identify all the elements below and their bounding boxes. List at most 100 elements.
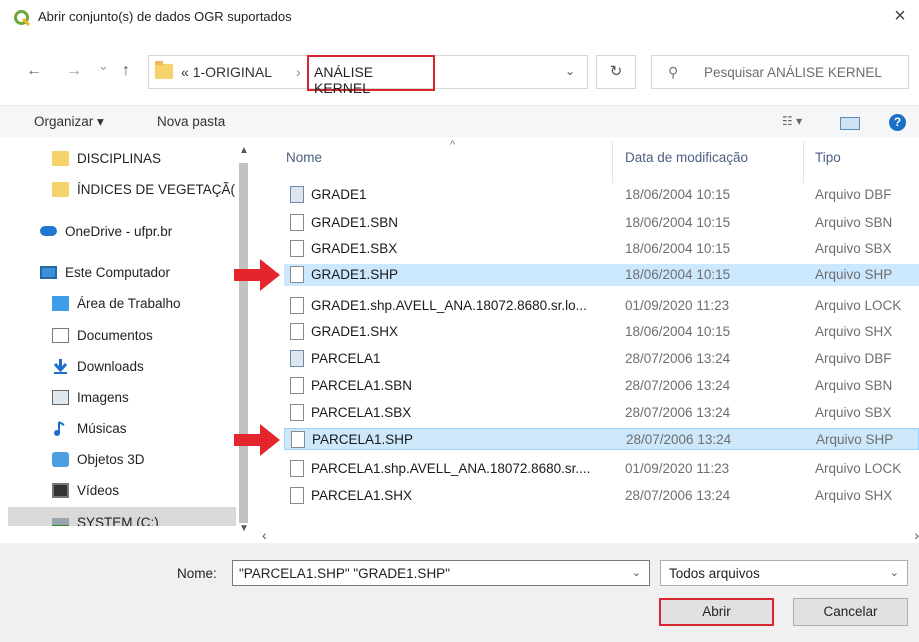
- file-row[interactable]: GRADE1 18/06/2004 10:15 Arquivo DBF: [284, 184, 919, 206]
- scroll-left-icon[interactable]: ‹: [262, 527, 267, 543]
- file-name: PARCELA1.SHX: [311, 488, 413, 503]
- column-header-date[interactable]: Data de modificação: [625, 150, 748, 165]
- scroll-down-icon[interactable]: ▼: [239, 523, 249, 534]
- overflow-chevron-icon[interactable]: «: [181, 64, 189, 80]
- chevron-down-icon[interactable]: ⌄: [632, 566, 641, 579]
- file-row[interactable]: PARCELA1.SBN 28/07/2006 13:24 Arquivo SB…: [284, 375, 919, 397]
- close-button[interactable]: ×: [887, 4, 913, 28]
- address-dropdown-chevron-icon[interactable]: ⌄: [565, 64, 575, 78]
- view-options-button[interactable]: ☷ ▾: [782, 114, 802, 128]
- file-type-filter-value: Todos arquivos: [669, 566, 760, 581]
- file-name-label: Nome:: [177, 566, 217, 581]
- scrollbar-thumb[interactable]: [239, 163, 248, 523]
- search-box[interactable]: ⚲ Pesquisar ANÁLISE KERNEL: [651, 55, 909, 89]
- breadcrumb-parent[interactable]: « 1-ORIGINAL: [181, 64, 272, 80]
- forward-arrow-icon[interactable]: →: [66, 62, 82, 80]
- file-row[interactable]: PARCELA1.SBX 28/07/2006 13:24 Arquivo SB…: [284, 402, 919, 424]
- navigation-bar: ← → ⌄ ↑ « 1-ORIGINAL › ANÁLISE KERNEL ⌄ …: [0, 52, 919, 96]
- sidebar-item-indices-vegetacao[interactable]: ÍNDICES DE VEGETAÇÃ(: [52, 174, 236, 204]
- back-arrow-icon[interactable]: ←: [26, 62, 42, 80]
- new-folder-button[interactable]: Nova pasta: [157, 114, 225, 129]
- sidebar-item-downloads[interactable]: Downloads: [52, 351, 236, 381]
- sidebar-item-area-de-trabalho[interactable]: Área de Trabalho: [52, 288, 236, 318]
- sidebar-item-onedrive[interactable]: OneDrive - ufpr.br: [40, 216, 236, 246]
- navigation-pane-scrollbar[interactable]: ▲ ▼: [236, 141, 251, 534]
- horizontal-scrollbar[interactable]: ‹ ›: [262, 527, 919, 543]
- file-name: GRADE1.SBN: [311, 215, 399, 230]
- organize-button[interactable]: Organizar ▾: [34, 114, 104, 130]
- cancel-button[interactable]: Cancelar: [793, 598, 908, 626]
- file-row[interactable]: PARCELA1 28/07/2006 13:24 Arquivo DBF: [284, 348, 919, 370]
- file-icon: [290, 297, 304, 314]
- sidebar-item-musicas[interactable]: Músicas: [52, 413, 236, 443]
- file-type-filter-select[interactable]: Todos arquivos ⌄: [660, 560, 908, 586]
- dialog-footer: Nome: ⌄ Todos arquivos ⌄ Abrir Cancelar: [0, 543, 919, 642]
- column-divider[interactable]: [612, 141, 613, 183]
- file-row[interactable]: PARCELA1.shp.AVELL_ANA.18072.8680.sr....…: [284, 458, 919, 480]
- sidebar-item-label: OneDrive - ufpr.br: [65, 223, 173, 239]
- sidebar-item-label: ÍNDICES DE VEGETAÇÃ(: [77, 181, 236, 197]
- red-arrow-annotation-icon: [234, 259, 280, 291]
- scroll-right-icon[interactable]: ›: [914, 527, 919, 543]
- file-row[interactable]: GRADE1.SBX 18/06/2004 10:15 Arquivo SBX: [284, 238, 919, 260]
- column-header-name[interactable]: Nome: [286, 150, 322, 165]
- file-name-combobox[interactable]: ⌄: [232, 560, 650, 586]
- file-type: Arquivo DBF: [815, 351, 892, 366]
- document-icon: [52, 327, 69, 343]
- preview-pane-icon[interactable]: [840, 117, 860, 130]
- file-type: Arquivo LOCK: [815, 461, 902, 476]
- scroll-up-icon[interactable]: ▲: [239, 145, 249, 156]
- image-icon: [52, 389, 69, 405]
- file-date: 28/07/2006 13:24: [626, 432, 732, 447]
- sidebar-item-label: SYSTEM (C:): [77, 514, 159, 527]
- sidebar-item-disciplinas[interactable]: DISCIPLINAS: [52, 143, 236, 173]
- sidebar-item-este-computador[interactable]: Este Computador: [40, 257, 236, 287]
- file-row-selected[interactable]: PARCELA1.SHP 28/07/2006 13:24 Arquivo SH…: [284, 428, 919, 450]
- sidebar-item-objetos-3d[interactable]: Objetos 3D: [52, 444, 236, 474]
- desktop-icon: [52, 295, 69, 311]
- file-name: PARCELA1.SBX: [311, 405, 412, 420]
- breadcrumb-1-original[interactable]: 1-ORIGINAL: [193, 64, 272, 80]
- column-header-type[interactable]: Tipo: [815, 150, 841, 165]
- sidebar-item-label: Objetos 3D: [77, 451, 145, 467]
- file-type: Arquivo SBX: [815, 241, 892, 256]
- file-date: 01/09/2020 11:23: [625, 298, 730, 313]
- recent-locations-chevron-icon[interactable]: ⌄: [98, 58, 109, 74]
- file-date: 28/07/2006 13:24: [625, 351, 731, 366]
- file-name: GRADE1.SHP: [311, 267, 399, 282]
- help-icon[interactable]: ?: [889, 114, 906, 131]
- column-divider[interactable]: [803, 141, 804, 183]
- video-icon: [52, 482, 69, 498]
- file-type: Arquivo LOCK: [815, 298, 902, 313]
- file-type: Arquivo SHP: [816, 432, 894, 447]
- sidebar-item-label: Documentos: [77, 327, 153, 343]
- file-row[interactable]: GRADE1.shp.AVELL_ANA.18072.8680.sr.lo...…: [284, 295, 919, 317]
- file-row[interactable]: GRADE1.SHX 18/06/2004 10:15 Arquivo SHX: [284, 321, 919, 343]
- file-name-input[interactable]: [239, 562, 624, 584]
- up-arrow-icon[interactable]: ↑: [122, 62, 130, 80]
- file-icon: [290, 323, 304, 340]
- sidebar-item-videos[interactable]: Vídeos: [52, 475, 236, 505]
- qgis-logo-icon: [14, 10, 30, 26]
- breadcrumb-current[interactable]: ANÁLISE KERNEL: [307, 55, 435, 96]
- chevron-down-icon[interactable]: ⌄: [890, 566, 899, 579]
- file-icon: [290, 377, 304, 394]
- file-date: 18/06/2004 10:15: [625, 267, 731, 282]
- folder-icon: [52, 181, 69, 197]
- sidebar-item-imagens[interactable]: Imagens: [52, 382, 236, 412]
- sidebar-item-system-c[interactable]: SYSTEM (C:): [8, 507, 236, 526]
- sidebar-item-label: Downloads: [77, 358, 144, 374]
- open-button[interactable]: Abrir: [659, 598, 774, 626]
- file-row[interactable]: GRADE1.SBN 18/06/2004 10:15 Arquivo SBN: [284, 212, 919, 234]
- file-row-selected[interactable]: GRADE1.SHP 18/06/2004 10:15 Arquivo SHP: [284, 264, 919, 286]
- address-bar[interactable]: « 1-ORIGINAL › ANÁLISE KERNEL ⌄: [148, 55, 588, 96]
- sidebar-item-documentos[interactable]: Documentos: [52, 320, 236, 350]
- breadcrumb-separator-icon[interactable]: ›: [296, 64, 301, 80]
- file-icon: [290, 487, 304, 504]
- file-row[interactable]: PARCELA1.SHX 28/07/2006 13:24 Arquivo SH…: [284, 485, 919, 507]
- refresh-button[interactable]: ↻: [596, 55, 636, 89]
- file-type: Arquivo SBN: [815, 378, 893, 393]
- file-type: Arquivo SBN: [815, 215, 893, 230]
- music-icon: [54, 420, 65, 436]
- file-icon: [291, 431, 305, 448]
